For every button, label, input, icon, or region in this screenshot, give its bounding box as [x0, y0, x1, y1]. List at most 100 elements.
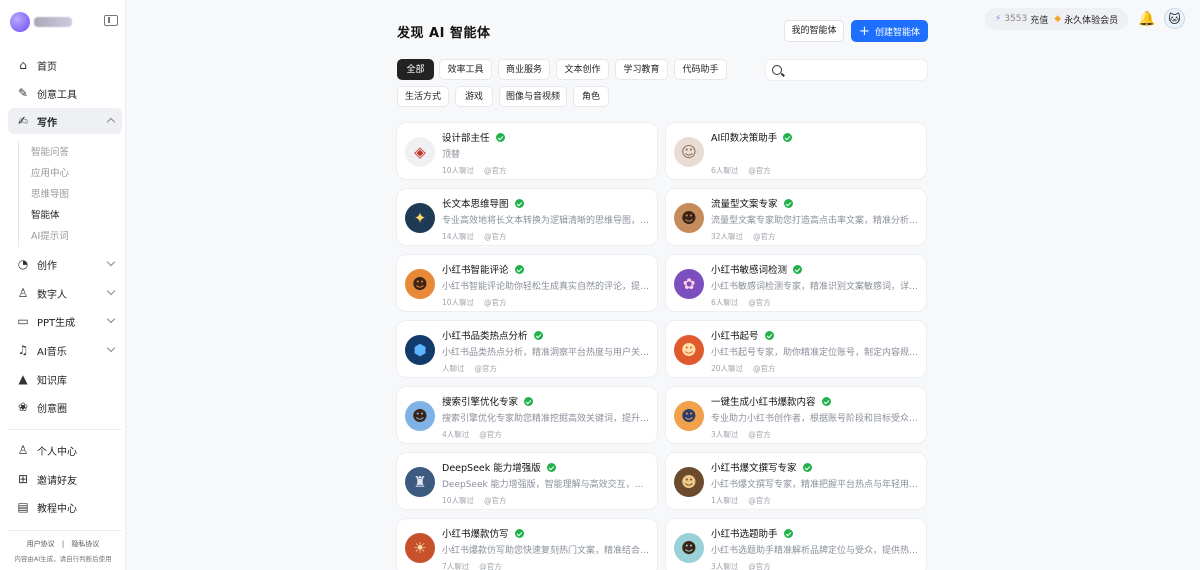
home-icon: ⌂: [19, 58, 27, 72]
agent-card[interactable]: ◈ 设计部主任 顶替 10人聊过 @官方: [396, 122, 658, 180]
agent-card[interactable]: ☻ 一键生成小红书爆款内容专业助力小红书创作者，根据账号阶段和目标受众，生成爆款内…: [665, 386, 927, 444]
sidebar-item-profile[interactable]: ♙ 个人中心: [8, 437, 122, 463]
sidebar-item-creative-tools[interactable]: ✎ 创意工具: [8, 80, 122, 106]
legal-separator: |: [61, 540, 65, 548]
subitem-mindmap[interactable]: 思维导图: [19, 184, 118, 205]
sidebar-divider: [8, 530, 122, 531]
agent-meta: 10人聊过 @官方: [442, 297, 507, 308]
agent-description: 小红书品类热点分析，精准洞察平台热度与用户关注趋势: [442, 348, 652, 358]
agent-author: @官方: [748, 430, 771, 439]
agent-name: 小红书品类热点分析: [442, 328, 543, 342]
agent-name-text: 长文本思维导图: [442, 199, 509, 210]
filter-chip-education[interactable]: 学习教育: [615, 59, 668, 80]
agent-card[interactable]: ☻ 搜索引擎优化专家搜索引擎优化专家助您精准挖掘高效关键词，提升网站排名 4人聊过 @…: [396, 386, 658, 444]
agent-card[interactable]: ✦ 长文本思维导图专业高效地将长文本转换为逻辑清晰的思维导图，精准提炼核心内容 14…: [396, 188, 658, 246]
filter-chip-business[interactable]: 商业服务: [498, 59, 550, 80]
agent-usage-count: 6人聊过: [711, 166, 739, 175]
agent-author: @官方: [484, 298, 507, 307]
creative-tools-icon: ✎: [17, 86, 29, 100]
tutorial-icon: ▤: [17, 500, 29, 514]
agent-card[interactable]: ✿ 小红书敏感词检测小红书敏感词检测专家，精准识别文案敏感词，详解违规原因 6人聊过…: [665, 254, 927, 312]
create-icon: ◔: [17, 257, 29, 271]
create-agent-button[interactable]: + 创建智能体: [851, 20, 928, 42]
lightning-icon: ⚡: [995, 14, 1002, 24]
agent-card[interactable]: ☻ 小红书起号小红书起号专家，助你精准定位账号，制定内容规划与增长策略 20人聊过 @…: [665, 320, 927, 378]
agent-name-text: 小红书选题助手: [711, 529, 778, 540]
verified-check-icon: [783, 529, 793, 538]
filter-chip-roles[interactable]: 角色: [573, 86, 609, 107]
sidebar-item-label: 个人中心: [37, 446, 77, 458]
brand-name-blurred: [34, 17, 72, 27]
filter-chip-writing[interactable]: 文本创作: [556, 59, 609, 80]
agent-card[interactable]: ☻ 小红书选题助手小红书选题助手精准解析品牌定位与受众，提供热门选题建议 3人聊过 @…: [665, 518, 927, 570]
sidebar-item-tutorials[interactable]: ▤ 教程中心: [8, 494, 122, 520]
agent-card[interactable]: ☻ 流量型文案专家流量型文案专家助您打造高点击率文案，精准分析用户心理与热点 32人…: [665, 188, 927, 246]
agent-name-text: 小红书智能评论: [442, 265, 509, 276]
agent-card[interactable]: ☺ AI印数决策助手 6人聊过 @官方: [665, 122, 927, 180]
agent-name: 小红书敏感词检测: [711, 262, 803, 276]
agent-card[interactable]: ☻ 小红书爆文撰写专家 小红书爆文撰写专家，精准把握平台热点与年轻用户喜好 1人聊过 @…: [665, 452, 927, 510]
agent-avatar: ☀: [405, 533, 435, 563]
search-input[interactable]: [788, 62, 923, 78]
agent-card[interactable]: ♜ DeepSeek 能力增强版 DeepSeek 能力增强版，智能理解与高效交互，…: [396, 452, 658, 510]
membership-label[interactable]: 永久体验会员: [1064, 13, 1118, 26]
sidebar: ⌂ 首页 ✎ 创意工具 ✍ 写作 智能问答 应用中心 思维导图 智能体 AI提示…: [0, 0, 126, 570]
sidebar-item-label: 创意圈: [37, 403, 67, 415]
filter-chip-media[interactable]: 图像与音视频: [499, 86, 567, 107]
subitem-app-center[interactable]: 应用中心: [19, 163, 118, 184]
verified-check-icon: [514, 199, 524, 208]
sidebar-item-digital-human[interactable]: ♙ 数字人: [8, 280, 122, 306]
subitem-agents[interactable]: 智能体: [19, 205, 118, 226]
brand[interactable]: [10, 12, 72, 32]
sidebar-item-knowledge-base[interactable]: ▲ 知识库: [8, 366, 122, 392]
privacy-policy-link[interactable]: 隐私协议: [71, 540, 99, 548]
sidebar-collapse-icon[interactable]: [104, 15, 118, 26]
verified-check-icon: [783, 199, 793, 208]
avatar[interactable]: 🐱: [1164, 8, 1185, 29]
agent-meta: 10人聊过 @官方: [442, 165, 507, 176]
filter-chip-games[interactable]: 游戏: [455, 86, 493, 107]
agent-name: 搜索引擎优化专家: [442, 394, 534, 408]
recharge-link[interactable]: 充值: [1030, 13, 1048, 26]
agent-usage-count: 人聊过: [442, 364, 465, 373]
agent-card[interactable]: ⬢ 小红书品类热点分析 小红书品类热点分析，精准洞察平台热度与用户关注趋势 人聊过 @官…: [396, 320, 658, 378]
sidebar-item-create[interactable]: ◔ 创作: [8, 251, 122, 277]
sidebar-item-label: PPT生成: [37, 317, 76, 329]
sidebar-item-home[interactable]: ⌂ 首页: [8, 52, 122, 78]
agent-author: @官方: [479, 562, 502, 570]
filter-chip-code[interactable]: 代码助手: [674, 59, 727, 80]
sidebar-item-ai-music[interactable]: ♫ AI音乐: [8, 337, 122, 363]
agent-description: 小红书起号专家，助你精准定位账号，制定内容规划与增长策略: [711, 348, 921, 358]
agent-name-text: 设计部主任: [442, 133, 490, 144]
creative-circle-icon: ❀: [17, 400, 29, 414]
agent-description: 小红书敏感词检测专家，精准识别文案敏感词，详解违规原因: [711, 282, 921, 292]
agent-card[interactable]: ☀ 小红书爆款仿写小红书爆款仿写助您快速复刻热门文案，精准结合目标风格 7人聊过 @官…: [396, 518, 658, 570]
sidebar-item-label: 数字人: [37, 289, 67, 301]
agent-author: @官方: [748, 298, 771, 307]
agent-name-text: 小红书品类热点分析: [442, 331, 528, 342]
agent-name: 小红书爆文撰写专家: [711, 460, 812, 474]
filter-chip-lifestyle[interactable]: 生活方式: [397, 86, 449, 107]
search-box[interactable]: [765, 59, 928, 81]
agent-usage-count: 7人聊过: [442, 562, 470, 570]
verified-check-icon: [793, 265, 803, 274]
verified-check-icon: [802, 463, 812, 472]
create-agent-label: 创建智能体: [874, 27, 920, 38]
bell-icon[interactable]: 🔔: [1138, 11, 1155, 27]
my-agents-button[interactable]: 我的智能体: [784, 20, 844, 42]
sidebar-item-creative-circle[interactable]: ❀ 创意圈: [8, 394, 122, 420]
filter-chip-all[interactable]: 全部: [397, 59, 434, 80]
subitem-qa[interactable]: 智能问答: [19, 142, 118, 163]
sidebar-item-invite[interactable]: ⊞ 邀请好友: [8, 466, 122, 492]
verified-check-icon: [495, 133, 505, 142]
agent-card[interactable]: ☻ 小红书智能评论小红书智能评论助你轻松生成真实自然的评论，提升互动与曝光 10人聊…: [396, 254, 658, 312]
agent-meta: 3人聊过 @官方: [711, 561, 771, 570]
user-agreement-link[interactable]: 用户协议: [27, 540, 55, 548]
agent-description: 小红书智能评论助你轻松生成真实自然的评论，提升互动与曝光: [442, 282, 652, 292]
sidebar-item-ppt[interactable]: ▭ PPT生成: [8, 308, 122, 334]
credits-pill[interactable]: ⚡ 3553 充值 ◆ 永久体验会员: [985, 8, 1129, 30]
filter-chip-efficiency[interactable]: 效率工具: [439, 59, 492, 80]
subitem-ai-prompts[interactable]: AI提示词: [19, 226, 118, 247]
agent-meta: 6人聊过 @官方: [711, 297, 771, 308]
sidebar-item-writing[interactable]: ✍ 写作: [8, 108, 122, 134]
